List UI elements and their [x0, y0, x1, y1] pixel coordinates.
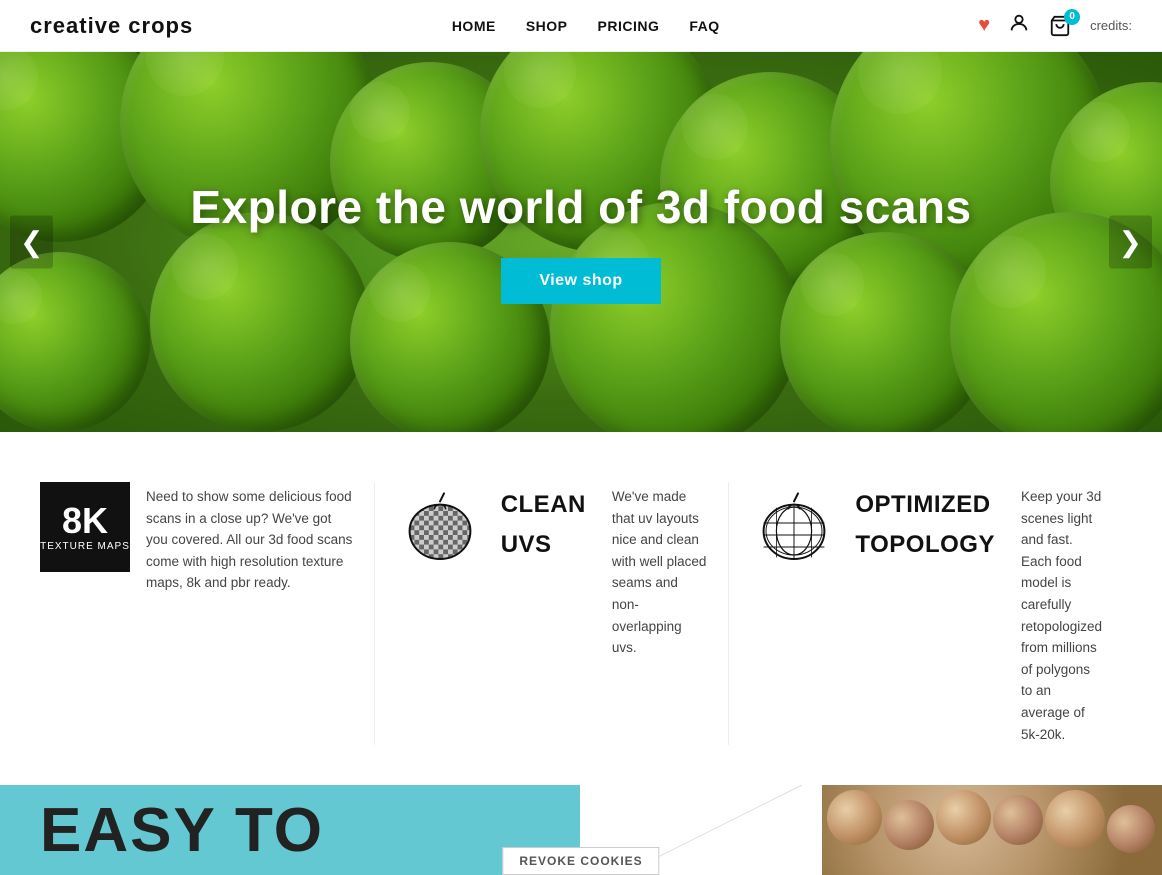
clean-uvs-icon [395, 482, 485, 572]
feature-optimized-topology: OPTIMIZED TOPOLOGY Keep your 3d scenes l… [729, 482, 1122, 745]
slider-next-arrow[interactable]: ❯ [1109, 216, 1152, 269]
nav-icons: ♥ 0 credits: [978, 12, 1132, 40]
nav-faq[interactable]: FAQ [689, 18, 719, 34]
hero-title: Explore the world of 3d food scans [190, 180, 971, 234]
optimized-label: OPTIMIZED [855, 482, 990, 518]
feature-optimized-topology-text: Keep your 3d scenes light and fast. Each… [1021, 482, 1102, 745]
logo-regular: creative [30, 13, 128, 38]
hero-content: Explore the world of 3d food scans View … [190, 180, 971, 304]
account-icon[interactable] [1008, 12, 1030, 40]
uvs-label: UVS [501, 522, 552, 558]
view-shop-button[interactable]: View shop [501, 258, 660, 304]
feature-clean-uvs-text: We've made that uv layouts nice and clea… [612, 482, 709, 745]
cart-icon[interactable]: 0 [1048, 15, 1072, 37]
wishlist-icon[interactable]: ♥ [978, 14, 990, 37]
main-nav: HOME SHOP PRICING FAQ [452, 18, 720, 34]
hero-section: Explore the world of 3d food scans View … [0, 52, 1162, 432]
texture-maps-label: TEXTURE MAPS [40, 541, 130, 552]
logo-bold: crops [128, 13, 193, 38]
credits-label: credits: [1090, 18, 1132, 33]
site-logo: creative crops [30, 13, 193, 39]
topology-label: TOPOLOGY [855, 522, 995, 558]
feature-8k-text: Need to show some delicious food scans i… [146, 482, 354, 745]
cart-count: 0 [1064, 9, 1080, 25]
optimized-topology-icon [749, 482, 839, 572]
revoke-cookies-button[interactable]: REVOKE COOKIES [502, 847, 659, 875]
site-header: creative crops HOME SHOP PRICING FAQ ♥ 0… [0, 0, 1162, 52]
clean-uvs-labels: CLEAN UVS [501, 482, 586, 745]
8k-icon: 8K TEXTURE MAPS [40, 482, 130, 745]
easy-to-section: EASY TO [0, 785, 580, 875]
features-section: 8K TEXTURE MAPS Need to show some delici… [0, 432, 1162, 785]
nav-home[interactable]: HOME [452, 18, 496, 34]
feature-8k: 8K TEXTURE MAPS Need to show some delici… [40, 482, 375, 745]
nav-pricing[interactable]: PRICING [598, 18, 660, 34]
clean-label: CLEAN [501, 482, 586, 518]
walnut-image-section [822, 785, 1162, 875]
easy-to-text: EASY TO [40, 795, 324, 866]
8k-label: 8K [62, 503, 108, 539]
nav-shop[interactable]: SHOP [526, 18, 568, 34]
bottom-section: EASY TO REVOKE COOKIES [0, 785, 1162, 875]
slider-prev-arrow[interactable]: ❮ [10, 216, 53, 269]
feature-clean-uvs: CLEAN UVS We've made that uv layouts nic… [375, 482, 730, 745]
optimized-topology-labels: OPTIMIZED TOPOLOGY [855, 482, 995, 745]
